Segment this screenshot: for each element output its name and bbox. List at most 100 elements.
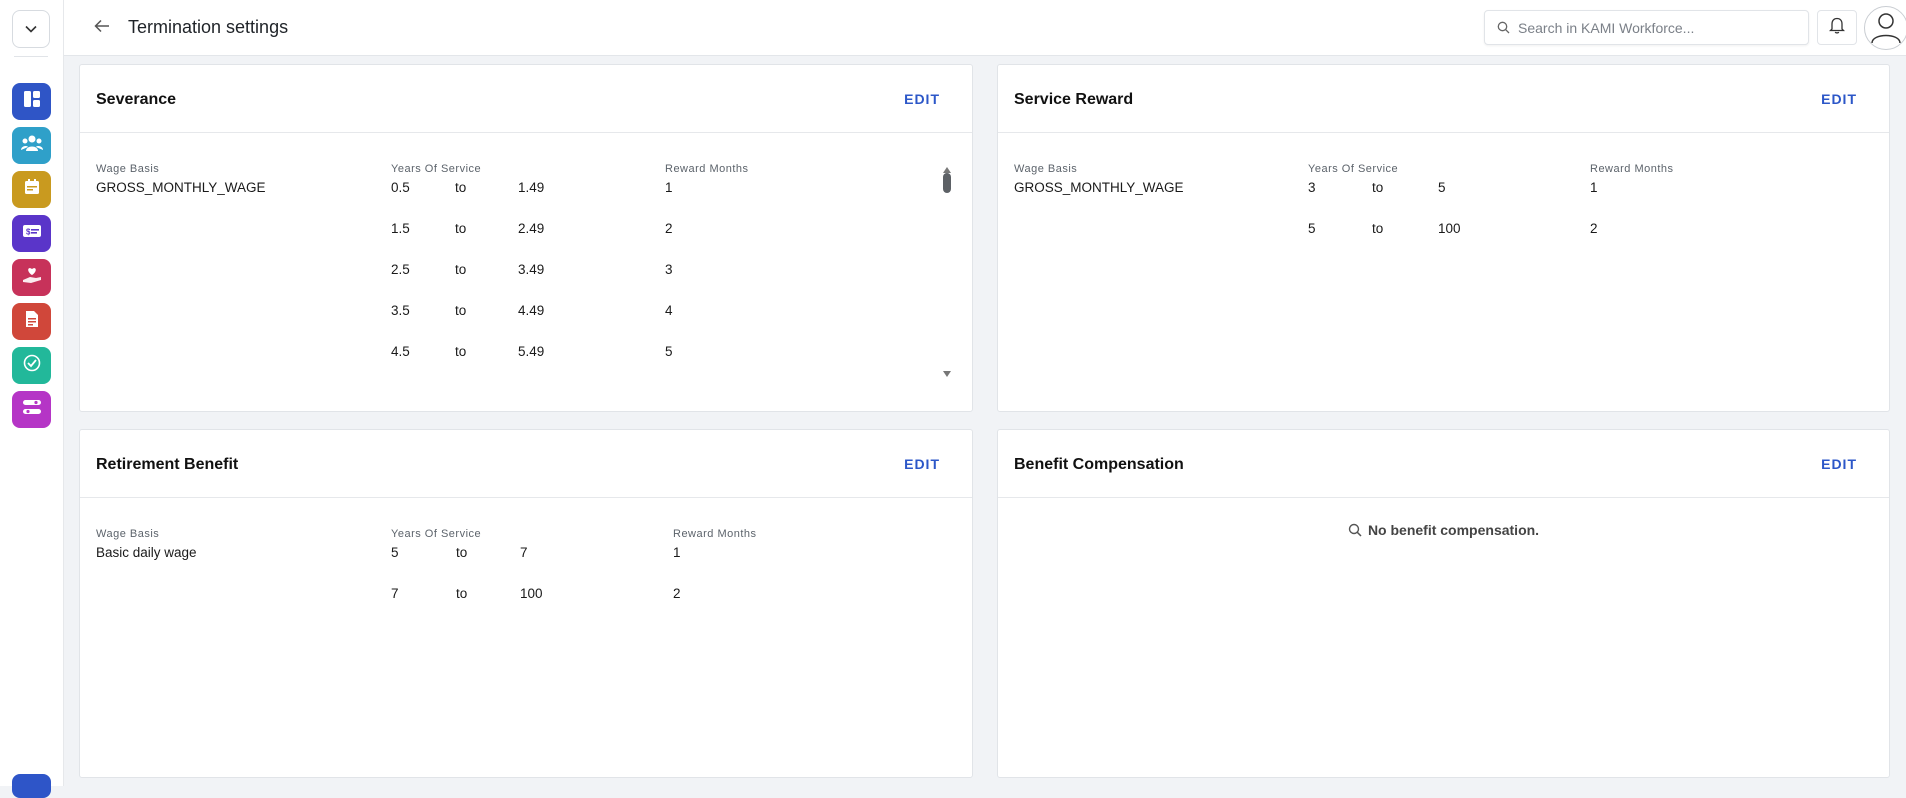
reward-months-label: Reward Months [665, 163, 749, 175]
card-header: Benefit Compensation EDIT [998, 430, 1889, 498]
sidebar-app-dashboard[interactable] [12, 83, 51, 120]
sidebar-app-payroll[interactable]: $ [12, 215, 51, 252]
search-input[interactable] [1518, 19, 1788, 36]
people-icon [20, 134, 43, 157]
reward-months-value: 5 [665, 344, 673, 359]
years-from: 3 [1308, 180, 1316, 195]
wage-basis-value: GROSS_MONTHLY_WAGE [1014, 180, 1184, 195]
card-header: Severance EDIT [80, 65, 972, 133]
edit-retirement-benefit-button[interactable]: EDIT [904, 456, 940, 472]
top-header: Termination settings [64, 0, 1906, 56]
years-to: 5.49 [518, 344, 545, 359]
years-from: 4.5 [391, 344, 410, 359]
range-separator: to [455, 262, 467, 277]
edit-service-reward-button[interactable]: EDIT [1821, 91, 1857, 107]
reward-months-value: 4 [665, 303, 673, 318]
back-button[interactable] [90, 16, 114, 40]
range-separator: to [1372, 180, 1384, 195]
card-title: Benefit Compensation [1014, 456, 1184, 473]
svg-text:$: $ [26, 228, 31, 237]
years-to: 7 [520, 545, 528, 560]
bell-icon [1828, 16, 1846, 39]
calendar-icon [23, 178, 41, 201]
years-to: 5 [1438, 180, 1446, 195]
edit-benefit-compensation-button[interactable]: EDIT [1821, 456, 1857, 472]
reward-months-value: 2 [665, 221, 673, 236]
document-icon [24, 310, 40, 333]
years-to: 100 [520, 586, 543, 601]
page-title: Termination settings [128, 17, 289, 37]
years-from: 2.5 [391, 262, 410, 277]
years-from: 5 [1308, 221, 1316, 236]
heart-hand-icon [22, 266, 42, 289]
card-title: Retirement Benefit [96, 456, 239, 473]
sidebar-app-documents[interactable] [12, 303, 51, 340]
years-of-service-label: Years Of Service [391, 528, 482, 540]
reward-months-value: 2 [673, 586, 681, 601]
toggle-settings-icon [22, 398, 42, 421]
dashboard-icon [23, 90, 41, 113]
wage-basis-label: Wage Basis [1014, 163, 1078, 175]
card-header: Retirement Benefit EDIT [80, 430, 972, 498]
sidebar-app-settings[interactable] [12, 391, 51, 428]
range-separator: to [455, 303, 467, 318]
sidebar-toggle-button[interactable] [12, 10, 50, 48]
chevron-down-icon [25, 20, 37, 38]
search-icon [1348, 523, 1362, 537]
notifications-button[interactable] [1817, 10, 1857, 45]
empty-state: No benefit compensation. [998, 522, 1889, 538]
years-to: 4.49 [518, 303, 545, 318]
card-header: Service Reward EDIT [998, 65, 1889, 133]
range-separator: to [456, 545, 468, 560]
arrow-left-icon [94, 19, 110, 38]
payroll-card-icon: $ [22, 223, 42, 244]
years-to: 3.49 [518, 262, 545, 277]
wage-basis-label: Wage Basis [96, 163, 160, 175]
years-from: 0.5 [391, 180, 410, 195]
reward-months-value: 1 [1590, 180, 1598, 195]
service-reward-card: Service Reward EDIT Wage Basis GROSS_MON… [997, 64, 1890, 412]
reward-months-value: 1 [665, 180, 673, 195]
reward-months-label: Reward Months [1590, 163, 1674, 175]
sidebar-app-benefits[interactable] [12, 259, 51, 296]
range-separator: to [1372, 221, 1384, 236]
sidebar: $ [0, 0, 64, 798]
years-to: 100 [1438, 221, 1461, 236]
severance-card: Severance EDIT Wage Basis GROSS_MONTHLY_… [79, 64, 973, 412]
empty-state-text: No benefit compensation. [1367, 522, 1540, 538]
scroll-thumb[interactable] [943, 173, 951, 193]
years-from: 1.5 [391, 221, 410, 236]
sidebar-app-people[interactable] [12, 127, 51, 164]
years-of-service-label: Years Of Service [391, 163, 482, 175]
edit-severance-button[interactable]: EDIT [904, 91, 940, 107]
search-icon [1497, 21, 1510, 34]
wage-basis-label: Wage Basis [96, 528, 160, 540]
card-title: Severance [96, 91, 177, 108]
scroll-down-arrow-icon[interactable] [942, 365, 952, 383]
sidebar-app-add[interactable] [12, 774, 51, 798]
sidebar-app-calendar[interactable] [12, 171, 51, 208]
wage-basis-value: GROSS_MONTHLY_WAGE [96, 180, 266, 195]
years-to: 1.49 [518, 180, 545, 195]
search-box[interactable] [1484, 10, 1809, 45]
card-title: Service Reward [1014, 91, 1134, 108]
years-from: 5 [391, 545, 399, 560]
reward-months-label: Reward Months [673, 528, 757, 540]
check-badge-icon [23, 354, 41, 377]
sidebar-app-evaluation[interactable] [12, 347, 51, 384]
reward-months-value: 1 [673, 545, 681, 560]
years-from: 7 [391, 586, 399, 601]
years-from: 3.5 [391, 303, 410, 318]
benefit-compensation-card: Benefit Compensation EDIT No benefit com… [997, 429, 1890, 778]
reward-months-value: 2 [1590, 221, 1598, 236]
years-of-service-label: Years Of Service [1308, 163, 1399, 175]
severance-scrollbar[interactable] [942, 161, 952, 377]
reward-months-value: 3 [665, 262, 673, 277]
range-separator: to [455, 221, 467, 236]
user-avatar-button[interactable] [1864, 6, 1906, 50]
range-separator: to [455, 344, 467, 359]
retirement-benefit-card: Retirement Benefit EDIT Wage Basis Basic… [79, 429, 973, 778]
range-separator: to [456, 586, 468, 601]
wage-basis-value: Basic daily wage [96, 545, 197, 560]
years-to: 2.49 [518, 221, 545, 236]
